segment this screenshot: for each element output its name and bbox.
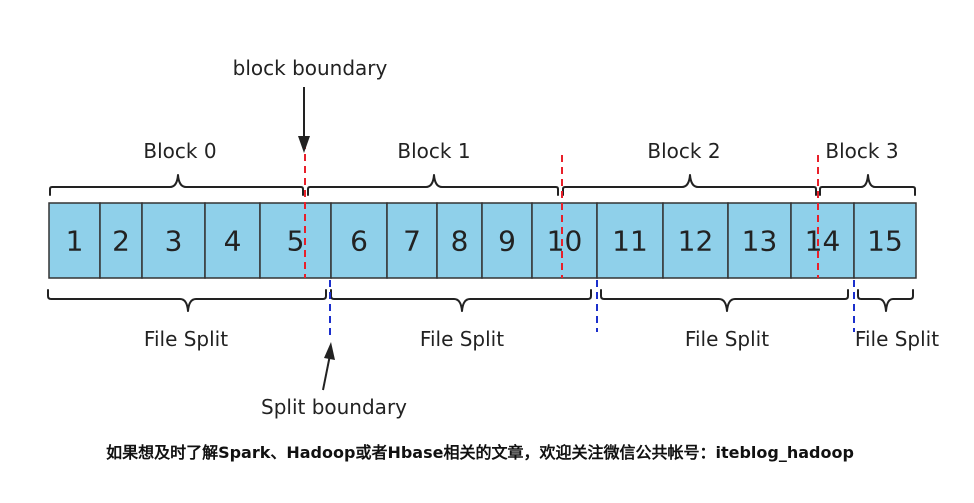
- data-cell-label: 12: [678, 225, 714, 258]
- data-cell-label: 13: [742, 225, 778, 258]
- block-label-0: Block 0: [143, 139, 216, 163]
- file-split-label-3: File Split: [855, 327, 939, 351]
- data-cell-label: 6: [350, 225, 368, 258]
- block-brace-3: [819, 174, 916, 196]
- data-cell-label: 3: [165, 225, 183, 258]
- block-label-2: Block 2: [647, 139, 720, 163]
- data-cell-label: 10: [547, 225, 583, 258]
- data-cell-label: 9: [498, 225, 516, 258]
- split-brace-3: [857, 289, 914, 312]
- data-cell-label: 8: [451, 225, 469, 258]
- file-split-label-1: File Split: [420, 327, 504, 351]
- file-split-label-0: File Split: [144, 327, 228, 351]
- footer-caption: 如果想及时了解Spark、Hadoop或者Hbase相关的文章，欢迎关注微信公共…: [106, 443, 854, 462]
- block-brace-2: [562, 174, 817, 196]
- hdfs-block-split-diagram: 1 2 3 4 5 6 7 8 9 10 11 12 13 14 15 block boundary Spl…: [47, 56, 939, 462]
- data-cell-label: 14: [805, 225, 841, 258]
- data-cell-label: 15: [867, 225, 903, 258]
- block-label-3: Block 3: [825, 139, 898, 163]
- split-boundary-arrow: [322, 342, 335, 391]
- data-cell-label: 2: [112, 225, 130, 258]
- data-cell-strip: 1 2 3 4 5 6 7 8 9 10 11 12 13 14 15: [48, 202, 917, 279]
- data-cell-label: 11: [612, 225, 648, 258]
- data-cell-label: 5: [287, 225, 305, 258]
- data-cell-label: 1: [66, 225, 84, 258]
- split-boundary-label: Split boundary: [261, 395, 407, 419]
- file-split-label-2: File Split: [685, 327, 769, 351]
- block-boundary-label: block boundary: [233, 56, 388, 80]
- data-cell-label: 7: [403, 225, 421, 258]
- split-brace-0: [47, 289, 327, 312]
- block-brace-0: [49, 174, 304, 196]
- block-boundary-arrow: [298, 87, 310, 153]
- data-cell-label: 4: [224, 225, 242, 258]
- split-brace-1: [330, 289, 592, 312]
- block-brace-1: [307, 174, 559, 196]
- block-label-1: Block 1: [397, 139, 470, 163]
- split-brace-2: [600, 289, 849, 312]
